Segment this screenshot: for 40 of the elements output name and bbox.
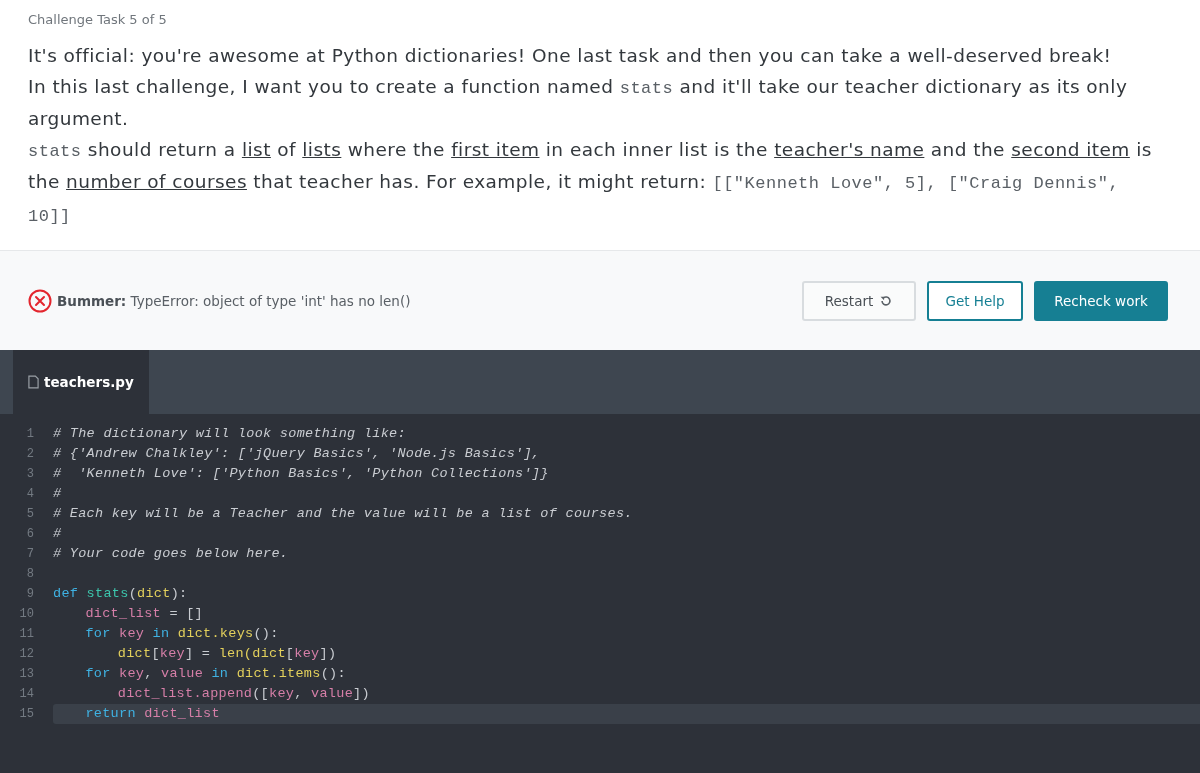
task-label: Challenge Task 5 of 5 [28,12,168,27]
instruction-paragraph: It's official: you're awesome at Python dictionaries! One last task and then you can take a well-deserved break! [28,44,1113,68]
line-number: 7 [25,547,35,561]
line-number: 9 [25,587,35,601]
error-icon [28,288,52,313]
code-line: # {'Andrew Chalkley': ['jQuery Basics', 'Node.js Basics'], [53,445,542,463]
code-line: # The dictionary will look something like: [53,425,407,443]
instruction-paragraph: In this last challenge, I want you to create a function named stats and it'll take our teacher dictionary as its only argument. [28,74,1129,131]
code-line: def stats(dict): [53,585,189,603]
line-number: 6 [25,527,35,541]
code-line: # Your code goes below here. [53,545,290,563]
code-line: for key in dict.keys(): [84,625,280,643]
file-tab[interactable]: teachers.py [13,350,149,414]
line-number: 13 [18,667,35,681]
line-number: 4 [25,487,35,501]
code-line: dict[key] = len(dict[key]) [116,645,338,663]
code-line: # [53,485,63,503]
code-line: dict_list.append([key, value]) [116,685,371,703]
code-line: # [53,525,63,543]
line-number: 5 [25,507,35,521]
action-button[interactable]: Restart [802,280,916,321]
line-number: 15 [18,707,35,721]
line-number: 10 [18,607,35,621]
feedback-message: Bummer: TypeError: object of type 'int' has no len() [57,292,411,309]
code-line: # Each key will be a Teacher and the value will be a list of courses. [53,505,634,523]
restart-icon [879,293,894,308]
instruction-paragraph: stats should return a list of lists where the first item in each inner list is the teacher's name and the second item is the number of courses that teacher has. For example, it might return: [["Kenneth Love", 5], ["Craig Dennis", 10]] [28,137,1153,228]
line-number: 11 [18,627,35,641]
line-number: 12 [18,647,35,661]
line-number: 2 [25,447,35,461]
line-number: 8 [25,567,35,581]
line-number: 1 [25,427,35,441]
line-number: 14 [18,687,35,701]
code-line: dict_list = [] [84,605,205,623]
code-line: # 'Kenneth Love': ['Python Basics', 'Python Collections']} [53,465,550,483]
line-number: 3 [25,467,35,481]
action-button[interactable]: Recheck work [1034,280,1168,321]
action-button[interactable]: Get Help [927,280,1023,321]
file-icon [28,375,39,389]
code-line: for key, value in dict.items(): [84,665,347,683]
